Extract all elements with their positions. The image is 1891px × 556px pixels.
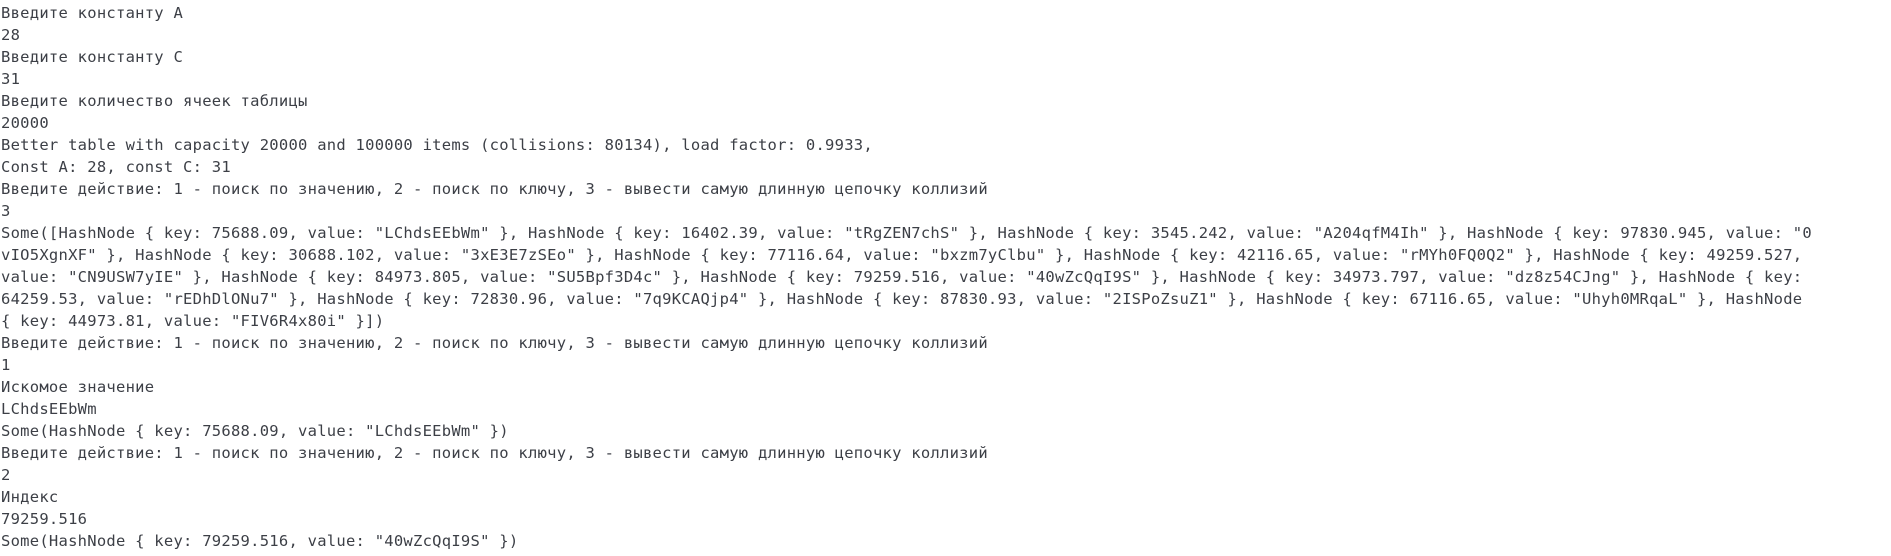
input-search-value: LChdsEEbWm [1,400,97,418]
collision-chain-output: 64259.53, value: "rEDhDlONu7" }, HashNod… [1,290,1803,308]
input-action: 3 [1,202,11,220]
prompt-table-size: Введите количество ячеек таблицы [1,92,308,110]
input-constant-c: 31 [1,70,21,88]
input-action: 2 [1,466,11,484]
action-menu-prompt: Введите действие: 1 - поиск по значению,… [1,180,988,198]
constants-summary-line: Const A: 28, const C: 31 [1,158,231,176]
input-table-size: 20000 [1,114,49,132]
table-stats-line: Better table with capacity 20000 and 100… [1,136,873,154]
action-menu-prompt: Введите действие: 1 - поиск по значению,… [1,444,988,462]
prompt-search-key: Индекс [1,488,59,506]
input-search-key: 79259.516 [1,510,88,528]
search-value-result: Some(HashNode { key: 75688.09, value: "L… [1,422,509,440]
prompt-search-value: Искомое значение [1,378,155,396]
collision-chain-output: value: "CN9USW7yIE" }, HashNode { key: 8… [1,268,1803,286]
prompt-constant-a: Введите константу A [1,4,184,22]
collision-chain-output: { key: 44973.81, value: "FIV6R4x80i" }]) [1,312,385,330]
input-constant-a: 28 [1,26,21,44]
prompt-constant-c: Введите константу C [1,48,184,66]
collision-chain-output: vIO5XgnXF" }, HashNode { key: 30688.102,… [1,246,1803,264]
search-key-result: Some(HashNode { key: 79259.516, value: "… [1,532,519,550]
input-action: 1 [1,356,11,374]
action-menu-prompt: Введите действие: 1 - поиск по значению,… [1,334,988,352]
collision-chain-output: Some([HashNode { key: 75688.09, value: "… [1,224,1812,242]
terminal-output[interactable]: Введите константу A 28 Введите константу… [0,0,1891,556]
